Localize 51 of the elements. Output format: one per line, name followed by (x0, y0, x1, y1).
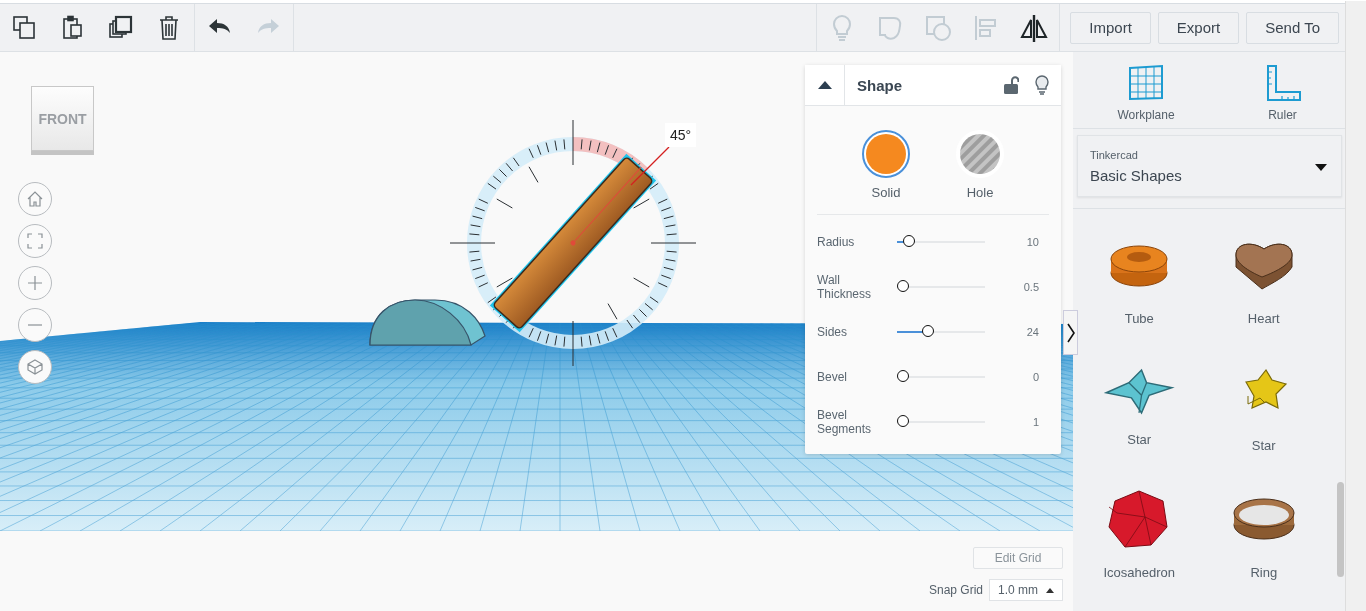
parameter-label: Radius (817, 234, 856, 249)
slider-handle[interactable] (897, 370, 909, 382)
zoom-out-button[interactable] (18, 308, 52, 342)
cube-icon (26, 358, 44, 376)
slider-handle[interactable] (921, 325, 934, 337)
scrollbar-thumb[interactable] (1337, 482, 1344, 577)
shape-library-dropdown[interactable]: Tinkercad Basic Shapes (1077, 135, 1342, 197)
angle-label: 45° (665, 123, 697, 147)
parameter-label: Wall Thickness (817, 272, 873, 301)
shape-tile[interactable]: Tube (1077, 217, 1202, 342)
parameter-value: 24 (1025, 325, 1039, 338)
toolbar-button[interactable]: Send To (1246, 11, 1339, 44)
snap-grid-dropdown[interactable]: 1.0 mm (989, 579, 1063, 601)
slider-handle[interactable] (903, 235, 915, 247)
caret-icon (1315, 164, 1327, 171)
shape-tile[interactable]: Heart (1201, 217, 1326, 342)
scrollbar[interactable] (1345, 1, 1366, 611)
triangle-icon (816, 80, 833, 90)
copy-icon (12, 14, 38, 41)
shape-tile[interactable]: Star (1077, 344, 1202, 469)
duplicate-icon (108, 14, 134, 41)
workplane-tool[interactable]: Workplane (1109, 64, 1183, 122)
shape-tile[interactable]: Icosahedron (1077, 471, 1202, 596)
shape-tile[interactable]: Star (1201, 344, 1326, 469)
shape-tile[interactable]: Ring (1201, 471, 1326, 596)
parameter-value: 0.5 (1022, 280, 1039, 293)
fit-icon (26, 232, 44, 250)
toolbar-button[interactable]: Import (1070, 11, 1151, 44)
toolbar-button[interactable]: Export (1157, 11, 1240, 44)
slider-handle[interactable] (897, 415, 909, 427)
chevron-icon (1066, 322, 1075, 343)
lock-icon[interactable] (1003, 76, 1019, 94)
parameter-value: 0 (1031, 370, 1039, 383)
caret-icon (1046, 587, 1054, 593)
zoom-in-icon (26, 274, 44, 292)
parameter-label: Bevel (817, 369, 849, 384)
parameter-value: 10 (1025, 235, 1039, 248)
ruler-tool[interactable]: Ruler (1255, 64, 1310, 122)
snap-grid-label: Snap Grid (928, 583, 983, 597)
parameter-label: Sides (817, 324, 849, 339)
expand-panel-button[interactable] (1063, 310, 1078, 355)
leader-line (630, 146, 670, 186)
parameter-label: Bevel Segments (817, 407, 873, 436)
mirror-icon (1019, 12, 1050, 43)
slider-handle[interactable] (897, 280, 909, 292)
panel-title: Shape (856, 76, 903, 94)
home-icon (26, 190, 44, 208)
workplane-icon (1127, 64, 1165, 102)
edit-grid-button[interactable]: Edit Grid (973, 547, 1063, 569)
parameter-value: 1 (1031, 415, 1039, 428)
lightbulb-icon[interactable] (1035, 75, 1049, 95)
